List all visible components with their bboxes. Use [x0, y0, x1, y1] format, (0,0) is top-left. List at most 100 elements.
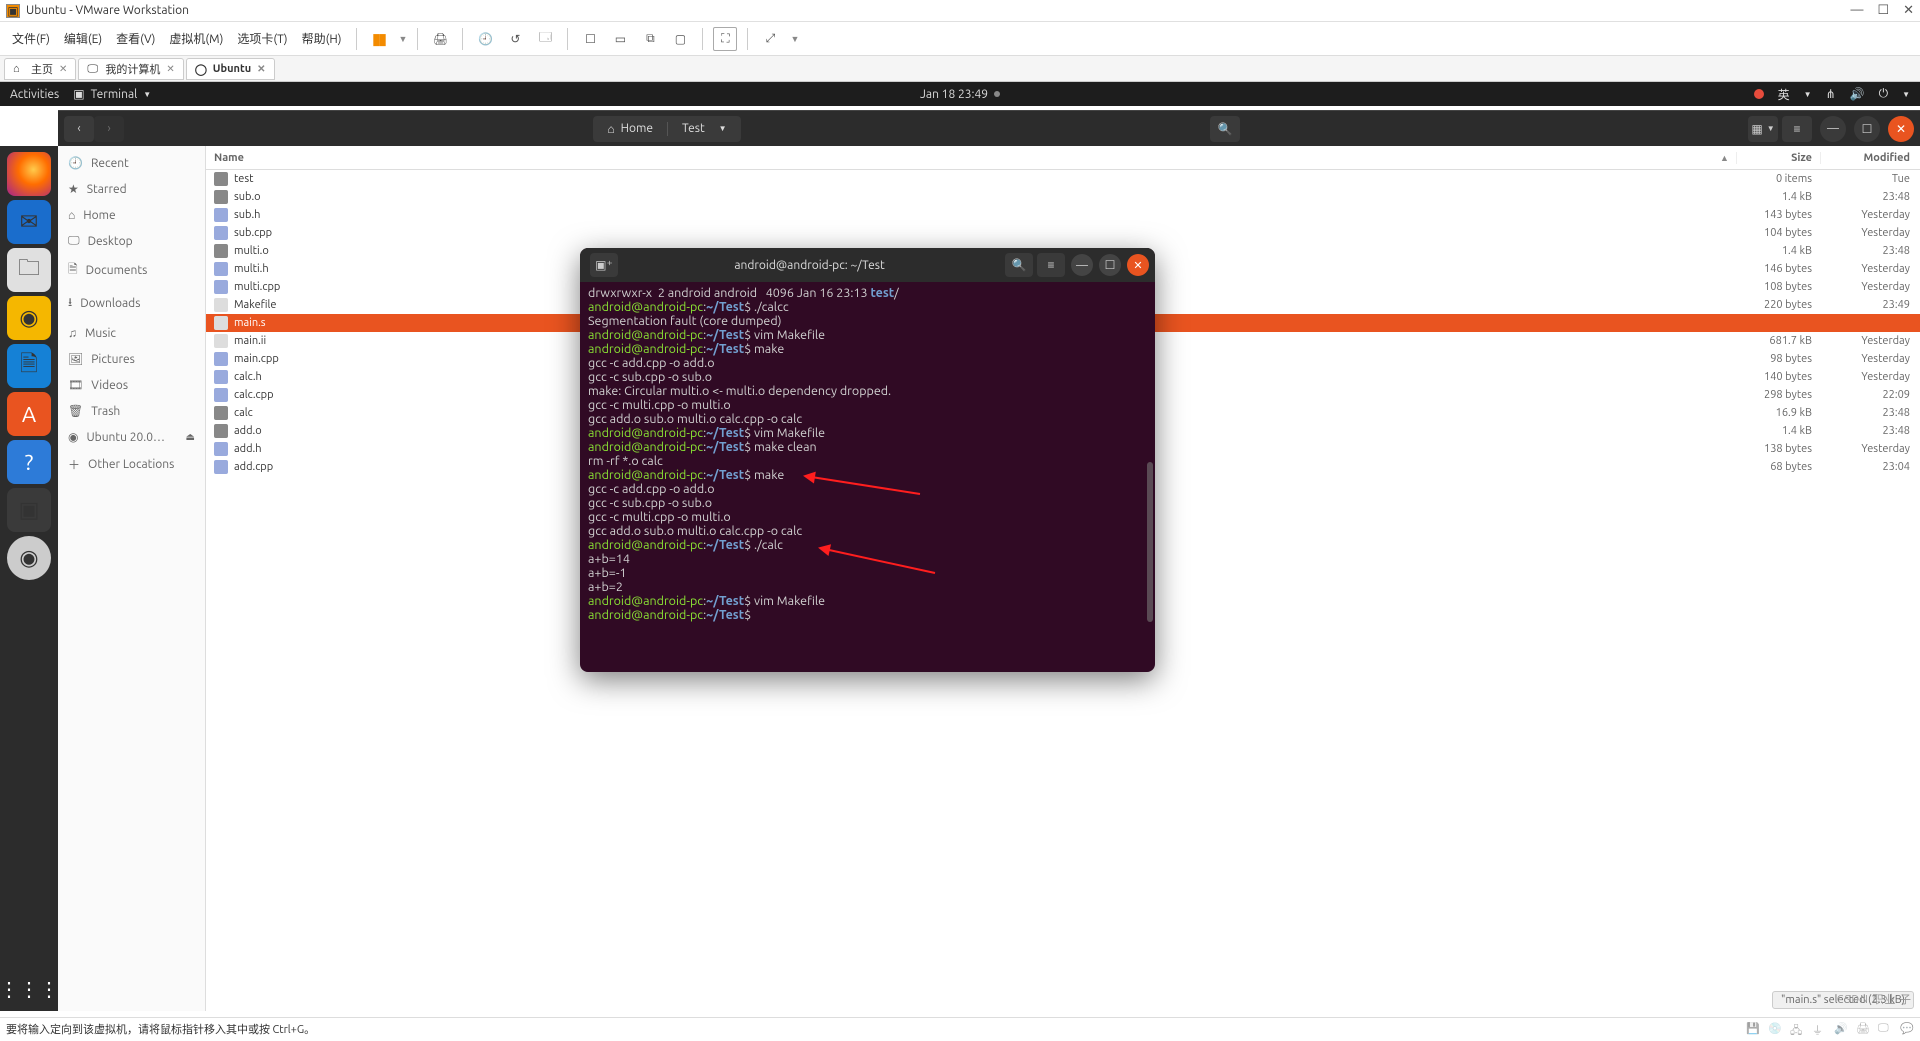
tab-home[interactable]: ⌂主页✕ — [4, 58, 76, 80]
file-row[interactable]: sub.h143 bytesYesterday — [206, 206, 1920, 224]
dock-software[interactable]: A — [7, 392, 51, 436]
app-menu[interactable]: ▣Terminal▼ — [73, 87, 151, 101]
stretch-icon[interactable]: ⤢ — [758, 27, 782, 51]
device-cd-icon[interactable]: 💿 — [1768, 1022, 1782, 1036]
file-name: add.o — [234, 425, 262, 437]
terminal-menu-button[interactable]: ≡ — [1037, 253, 1065, 277]
file-modified: 22:09 — [1820, 389, 1920, 401]
dock-help[interactable]: ? — [7, 440, 51, 484]
snapshot-manage-icon[interactable]: 🗔 — [533, 27, 557, 51]
sidebar-item-trash[interactable]: 🗑Trash — [58, 398, 205, 424]
device-printer-icon[interactable]: 🖨 — [1856, 1022, 1870, 1036]
close-button[interactable]: ✕ — [1903, 3, 1914, 18]
menu-help[interactable]: 帮助(H) — [298, 28, 346, 49]
tab-mycomputer[interactable]: 🖵我的计算机✕ — [78, 58, 183, 80]
path-seg-test[interactable]: Test ▼ — [668, 122, 741, 135]
column-size[interactable]: Size — [1736, 152, 1820, 164]
ime-indicator[interactable]: 英 — [1778, 86, 1790, 103]
file-row[interactable]: test0 itemsTue — [206, 170, 1920, 188]
file-row[interactable]: sub.o1.4 kB23:48 — [206, 188, 1920, 206]
menu-edit[interactable]: 编辑(E) — [60, 28, 106, 49]
view-unity-icon[interactable]: ⧉ — [638, 27, 662, 51]
maximize-button[interactable]: ☐ — [1877, 3, 1889, 18]
search-button[interactable]: 🔍 — [1210, 116, 1240, 142]
pause-dropdown[interactable]: ▼ — [399, 34, 408, 44]
sidebar-item-downloads[interactable]: ⭳Downloads — [58, 287, 205, 320]
hamburger-button[interactable]: ≡ — [1782, 116, 1812, 142]
file-name: calc.cpp — [234, 389, 274, 401]
device-net-icon[interactable]: 🖧 — [1790, 1022, 1804, 1036]
back-button[interactable]: ‹ — [64, 116, 94, 142]
minimize-button[interactable]: — — [1850, 3, 1863, 18]
snapshot-icon[interactable]: 🖨 — [428, 27, 452, 51]
tab-close-icon[interactable]: ✕ — [257, 63, 265, 75]
sidebar-item-other-locations[interactable]: ＋Other Locations — [58, 450, 205, 479]
fullscreen-icon[interactable]: ⛶ — [713, 27, 737, 51]
sidebar-label: Other Locations — [88, 458, 174, 471]
volume-icon[interactable]: 🔊 — [1850, 87, 1865, 101]
device-sound-icon[interactable]: 🔊 — [1834, 1022, 1848, 1036]
terminal-body[interactable]: drwxrwxr-x 2 android android 4096 Jan 16… — [580, 282, 1155, 672]
pause-button[interactable]: ▮▮ — [367, 27, 391, 51]
file-row[interactable]: sub.cpp104 bytesYesterday — [206, 224, 1920, 242]
terminal-close[interactable]: ✕ — [1127, 254, 1149, 276]
view-multi-icon[interactable]: ▭ — [608, 27, 632, 51]
view-single-icon[interactable]: ☐ — [578, 27, 602, 51]
forward-button[interactable]: › — [94, 116, 124, 142]
terminal-minimize[interactable]: — — [1071, 254, 1093, 276]
eject-icon[interactable]: ⏏ — [186, 431, 195, 443]
column-modified[interactable]: Modified — [1820, 152, 1920, 164]
terminal-maximize[interactable]: ☐ — [1099, 254, 1121, 276]
dock-rhythmbox[interactable]: ◉ — [7, 296, 51, 340]
stretch-dropdown[interactable]: ▼ — [790, 34, 799, 44]
menu-vm[interactable]: 虚拟机(M) — [165, 28, 227, 49]
terminal-search-button[interactable]: 🔍 — [1005, 253, 1033, 277]
view-console-icon[interactable]: ▢ — [668, 27, 692, 51]
network-icon[interactable]: ⋔ — [1826, 87, 1836, 101]
terminal-window[interactable]: ▣⁺ android@android-pc: ~/Test 🔍 ≡ — ☐ ✕ … — [580, 248, 1155, 672]
sidebar-item-documents[interactable]: 🗎Documents — [58, 254, 205, 287]
tab-ubuntu[interactable]: ◯Ubuntu✕ — [186, 58, 275, 80]
device-message-icon[interactable]: 💬 — [1900, 1022, 1914, 1036]
column-name[interactable]: Name — [206, 152, 1720, 164]
dock-dvd[interactable]: ◉ — [7, 536, 51, 580]
activities-button[interactable]: Activities — [10, 88, 59, 101]
device-usb-icon[interactable]: ⏚ — [1812, 1022, 1826, 1036]
sidebar-item-videos[interactable]: 🎞Videos — [58, 372, 205, 398]
sidebar-label: Trash — [91, 405, 120, 418]
window-maximize[interactable]: ☐ — [1854, 116, 1880, 142]
snapshot-revert-icon[interactable]: ↺ — [503, 27, 527, 51]
terminal-newtab-button[interactable]: ▣⁺ — [590, 253, 618, 277]
tab-close-icon[interactable]: ✕ — [166, 63, 174, 75]
menu-file[interactable]: 文件(F) — [8, 28, 54, 49]
menu-view[interactable]: 查看(V) — [112, 28, 159, 49]
snapshot-take-icon[interactable]: 🕘 — [473, 27, 497, 51]
dock-writer[interactable]: 🗎 — [7, 344, 51, 388]
device-display-icon[interactable]: 🖵 — [1878, 1022, 1892, 1036]
notification-icon[interactable] — [1754, 89, 1764, 99]
clock[interactable]: Jan 18 23:49 — [920, 88, 1000, 101]
path-home[interactable]: ⌂Home — [593, 122, 668, 136]
dock-thunderbird[interactable]: ✉ — [7, 200, 51, 244]
sidebar-icon: ⭳ — [68, 293, 72, 314]
window-close[interactable]: ✕ — [1888, 116, 1914, 142]
sidebar-item-recent[interactable]: 🕘Recent — [58, 150, 205, 176]
sidebar-item-ubuntu-[interactable]: ◉Ubuntu 20.0…⏏ — [58, 424, 205, 450]
dock-show-apps[interactable]: ⋮⋮⋮ — [0, 977, 59, 1001]
power-icon[interactable]: ⏻ — [1879, 87, 1889, 101]
sidebar-item-desktop[interactable]: 🖵Desktop — [58, 228, 205, 254]
sidebar-item-starred[interactable]: ★Starred — [58, 176, 205, 202]
file-icon — [214, 262, 228, 276]
sidebar-item-home[interactable]: ⌂Home — [58, 202, 205, 228]
sidebar-item-music[interactable]: ♫Music — [58, 320, 205, 346]
dock-firefox[interactable] — [7, 152, 51, 196]
dock-files[interactable]: 🗀 — [7, 248, 51, 292]
dock-terminal[interactable]: ▣ — [7, 488, 51, 532]
terminal-scrollbar[interactable] — [1147, 462, 1153, 622]
view-grid-button[interactable]: ▦▼ — [1748, 116, 1778, 142]
sidebar-item-pictures[interactable]: 🖼Pictures — [58, 346, 205, 372]
menu-tabs[interactable]: 选项卡(T) — [233, 28, 291, 49]
tab-close-icon[interactable]: ✕ — [59, 63, 67, 75]
window-minimize[interactable]: — — [1820, 116, 1846, 142]
device-hdd-icon[interactable]: 💾 — [1746, 1022, 1760, 1036]
